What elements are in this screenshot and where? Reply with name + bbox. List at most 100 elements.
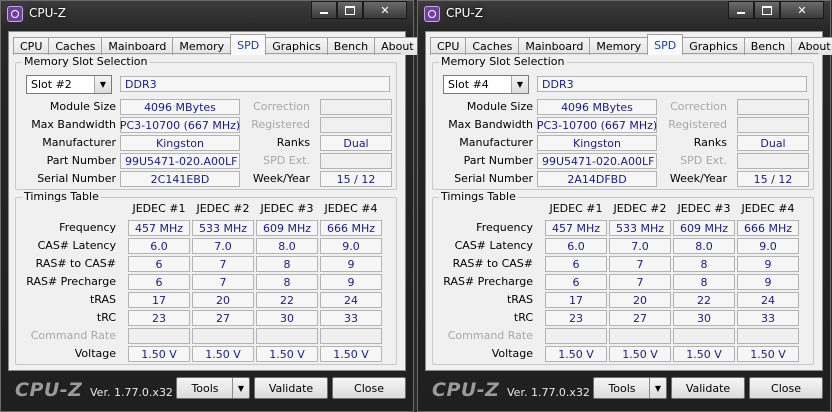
ranks-value: Dual <box>320 135 392 151</box>
timing-cell: 24 <box>320 292 382 308</box>
timing-cell: 7 <box>192 274 254 290</box>
cpuz-app-icon[interactable] <box>424 6 440 22</box>
timing-cell: 6 <box>128 274 190 290</box>
timing-cell: 33 <box>320 310 382 326</box>
max-bandwidth-value: PC3-10700 (667 MHz) <box>119 117 241 133</box>
validate-button[interactable]: Validate <box>254 377 328 399</box>
timing-row-label: CAS# Latency <box>454 239 533 252</box>
timing-row-label: tRC <box>513 311 533 324</box>
tools-button[interactable]: Tools ▼ <box>593 377 667 399</box>
maximize-button[interactable] <box>754 1 780 19</box>
tab-spd[interactable]: SPD <box>230 34 267 55</box>
part-number-value: 99U5471-020.A00LF <box>120 153 240 169</box>
timing-cell: 20 <box>192 292 254 308</box>
correction-value <box>320 99 392 115</box>
validate-button[interactable]: Validate <box>671 377 745 399</box>
week-year-value: 15 / 12 <box>320 171 392 187</box>
timing-cell: 8 <box>256 274 318 290</box>
timing-cell: 23 <box>128 310 190 326</box>
tab-strip: CPU Caches Mainboard Memory SPD Graphics Bench… <box>430 34 832 55</box>
close-window-button[interactable]: ✕ <box>363 1 407 19</box>
timing-cell <box>609 328 671 344</box>
timing-cell <box>128 328 190 344</box>
timing-cell: 1.50 V <box>545 346 607 362</box>
timing-column-header: JEDEC #2 <box>196 202 250 215</box>
timing-cell: 17 <box>128 292 190 308</box>
minimize-icon <box>320 11 328 14</box>
timing-cell: 8.0 <box>256 238 318 254</box>
registered-value <box>320 117 392 133</box>
group-label-timings: Timings Table <box>22 190 101 203</box>
tab-spd[interactable]: SPD <box>647 34 684 55</box>
minimize-icon <box>737 11 745 14</box>
spd-ext-value <box>737 153 809 169</box>
client-area: CPU Caches Mainboard Memory SPD Graphics Bench… <box>8 31 421 371</box>
chevron-down-icon[interactable]: ▼ <box>511 76 528 93</box>
group-label-memory-slot: Memory Slot Selection <box>439 55 567 68</box>
slot-select-value: Slot #4 <box>448 78 489 91</box>
max-bandwidth-label: Max Bandwidth <box>448 118 533 131</box>
timing-column-header: JEDEC #4 <box>741 202 795 215</box>
minimize-button[interactable] <box>728 1 754 19</box>
close-button[interactable]: Close <box>749 377 823 399</box>
maximize-button[interactable] <box>337 1 363 19</box>
cpuz-app-icon[interactable] <box>7 6 23 22</box>
timing-cell: 9.0 <box>737 238 799 254</box>
timing-column-header: JEDEC #2 <box>613 202 667 215</box>
timing-cell: 609 MHz <box>673 220 735 236</box>
timing-cell: 6 <box>545 256 607 272</box>
tab-divider <box>13 53 401 54</box>
timing-row-label: tRC <box>96 311 116 324</box>
timing-cell: 6 <box>128 256 190 272</box>
caption-buttons: ✕ <box>311 1 407 19</box>
module-size-label: Module Size <box>49 100 116 113</box>
chevron-down-icon[interactable]: ▼ <box>649 378 666 398</box>
tools-button-label: Tools <box>191 381 219 395</box>
client-area: CPU Caches Mainboard Memory SPD Graphics Bench… <box>425 31 832 371</box>
version-label: Ver. 1.77.0.x32 <box>507 386 590 399</box>
max-bandwidth-label: Max Bandwidth <box>31 118 116 131</box>
timing-cell: 9 <box>320 256 382 272</box>
timing-cell: 1.50 V <box>737 346 799 362</box>
spd-ext-value <box>320 153 392 169</box>
serial-number-value: 2C141EBD <box>120 171 240 187</box>
timing-cell: 7.0 <box>192 238 254 254</box>
timing-cell <box>737 328 799 344</box>
registered-label: Registered <box>251 118 310 131</box>
timing-cell <box>192 328 254 344</box>
timing-cell: 1.50 V <box>128 346 190 362</box>
timing-cell: 457 MHz <box>545 220 607 236</box>
timing-cell: 1.50 V <box>192 346 254 362</box>
timing-row-label: CAS# Latency <box>37 239 116 252</box>
timing-cell: 8 <box>256 256 318 272</box>
timing-cell: 8.0 <box>673 238 735 254</box>
title-bar[interactable]: CPU-Z ✕ <box>418 1 830 27</box>
slot-select-value: Slot #2 <box>31 78 72 91</box>
close-window-button[interactable]: ✕ <box>780 1 824 19</box>
memory-slot-selection-group: Memory Slot Selection Slot #2 ▼ DDR3 Mod… <box>15 55 397 190</box>
close-button[interactable]: Close <box>332 377 406 399</box>
chevron-down-icon[interactable]: ▼ <box>94 76 111 93</box>
timing-cell: 7 <box>609 274 671 290</box>
timing-cell: 23 <box>545 310 607 326</box>
correction-value <box>737 99 809 115</box>
timing-cell: 666 MHz <box>737 220 799 236</box>
memory-type-value: DDR3 <box>537 76 807 92</box>
memory-type-value: DDR3 <box>120 76 390 92</box>
timing-cell <box>545 328 607 344</box>
memory-slot-selection-group: Memory Slot Selection Slot #4 ▼ DDR3 Mod… <box>432 55 814 190</box>
title-bar[interactable]: CPU-Z ✕ <box>1 1 413 27</box>
minimize-button[interactable] <box>311 1 337 19</box>
chevron-down-icon[interactable]: ▼ <box>232 378 249 398</box>
slot-select[interactable]: Slot #2 ▼ <box>26 75 112 94</box>
timing-column-header: JEDEC #4 <box>324 202 378 215</box>
timing-cell <box>256 328 318 344</box>
maximize-icon <box>345 5 355 15</box>
timing-column-header: JEDEC #3 <box>677 202 731 215</box>
slot-select[interactable]: Slot #4 ▼ <box>443 75 529 94</box>
tools-button[interactable]: Tools ▼ <box>176 377 250 399</box>
timing-cell: 27 <box>609 310 671 326</box>
timing-column-header: JEDEC #3 <box>260 202 314 215</box>
timing-column-header: JEDEC #1 <box>132 202 186 215</box>
correction-label: Correction <box>670 100 727 113</box>
